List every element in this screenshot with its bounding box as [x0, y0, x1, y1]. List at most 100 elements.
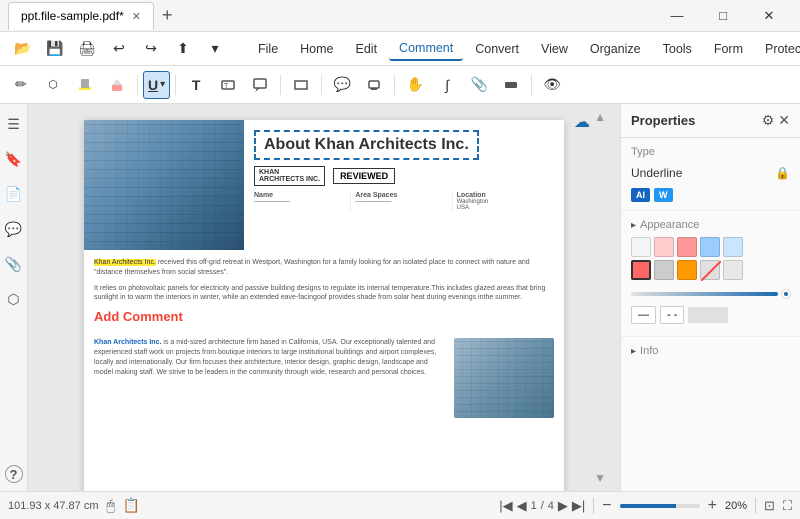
color-swatch-2[interactable] [677, 237, 697, 257]
tab-close-icon[interactable]: ✕ [132, 10, 141, 23]
first-page-button[interactable]: |◀ [499, 498, 512, 514]
color-swatch-4[interactable] [723, 237, 743, 257]
pdf-highlighted-company: Khan Architects Inc. [94, 259, 156, 266]
panel-settings-icon[interactable]: ⚙ [762, 112, 775, 129]
highlight-tool-button[interactable] [70, 71, 100, 99]
pdf-tab[interactable]: ppt.file-sample.pdf * ✕ [8, 2, 154, 30]
fit-button[interactable]: ⊡ [764, 498, 775, 514]
color-swatch-1[interactable] [654, 237, 674, 257]
info-col-loc-label: Location [457, 192, 554, 199]
color-swatch-7[interactable] [677, 260, 697, 280]
style-solid-button[interactable]: — [631, 306, 656, 324]
menu-convert[interactable]: Convert [465, 38, 529, 60]
next-page-button[interactable]: ▶ [558, 498, 568, 514]
color-swatch-pattern[interactable] [700, 260, 720, 280]
panel-info-section: ▸ Info [621, 337, 800, 365]
sidebar-nav-icon[interactable]: ☰ [3, 112, 24, 137]
tab-area: ppt.file-sample.pdf * ✕ + [8, 2, 654, 30]
rect-tool-button[interactable] [286, 71, 316, 99]
share-button[interactable]: ⬆ [168, 35, 198, 63]
pen-tool-button[interactable]: ✏ [6, 71, 36, 99]
sep1 [137, 75, 138, 95]
maximize-button[interactable]: □ [700, 8, 746, 23]
opacity-slider[interactable] [631, 292, 778, 296]
pdf-area[interactable]: ▲ ☁ About Khan Architects Inc. KHAN ARCH… [28, 104, 620, 491]
text-tool-button[interactable]: T [181, 71, 211, 99]
panel-header: Properties ⚙ ✕ [621, 104, 800, 138]
redo-button[interactable]: ↪ [136, 35, 166, 63]
sidebar-bookmark-icon[interactable]: 🔖 [1, 147, 26, 172]
sep2 [175, 75, 176, 95]
title-bar: ppt.file-sample.pdf * ✕ + — □ ✕ [0, 0, 800, 32]
menu-comment[interactable]: Comment [389, 37, 463, 61]
stamp-tool-button[interactable]: ⬡ [38, 71, 68, 99]
sidebar-attach-icon[interactable]: 📎 [1, 252, 26, 277]
collapse-icon[interactable]: ▸ [631, 220, 636, 231]
info-col-name-label: Name [254, 192, 346, 199]
signature-tool-button[interactable]: ∫ [432, 71, 462, 99]
menu-organize[interactable]: Organize [580, 38, 651, 60]
open-button[interactable]: 📂 [8, 35, 38, 63]
more-menu-button[interactable]: ▾ [200, 35, 230, 63]
current-page: 1 [531, 500, 537, 512]
minimize-button[interactable]: — [654, 8, 700, 23]
style-row: — - - [631, 302, 790, 328]
hand-tool-button[interactable]: ✋ [400, 71, 430, 99]
scroll-down-button[interactable]: ▼ [594, 471, 606, 485]
sidebar-help-icon[interactable]: ? [5, 465, 23, 483]
zoom-out-button[interactable]: − [602, 497, 611, 515]
panel-close-icon[interactable]: ✕ [778, 112, 790, 129]
style-text-input[interactable] [688, 307, 728, 323]
menu-protect[interactable]: Protect [755, 38, 800, 60]
menu-view[interactable]: View [531, 38, 578, 60]
khan-logo: KHAN ARCHITECTS INC. [254, 166, 325, 186]
textbox-tool-button[interactable]: T [213, 71, 243, 99]
menu-file[interactable]: File [248, 38, 288, 60]
style-dashed-button[interactable]: - - [660, 306, 684, 324]
pdf-khan-link: Khan Architects Inc. [94, 339, 161, 346]
opacity-thumb[interactable] [782, 290, 790, 298]
pdf-building-image [84, 120, 244, 250]
undo-button[interactable]: ↩ [104, 35, 134, 63]
close-button[interactable]: ✕ [746, 8, 792, 24]
sidebar-comment-icon[interactable]: 💬 [1, 217, 26, 242]
note-tool-button[interactable]: 💬 [327, 71, 357, 99]
save-button[interactable]: 💾 [40, 35, 70, 63]
zoom-slider[interactable] [620, 504, 700, 508]
info-col-loc-country: USA [457, 205, 554, 211]
underline-tool-button[interactable]: U ▾ [143, 71, 170, 99]
page-separator: / [541, 500, 544, 512]
sep3 [280, 75, 281, 95]
pdf-info-location: Location Washington USA [457, 192, 554, 211]
color-swatch-3[interactable] [700, 237, 720, 257]
new-tab-button[interactable]: + [156, 5, 179, 26]
pdf-body-text2: It relies on photovoltaic panels for ele… [94, 284, 554, 304]
word-panel-badge: W [654, 188, 673, 202]
redact-tool-button[interactable] [496, 71, 526, 99]
menu-home[interactable]: Home [290, 38, 343, 60]
prev-page-button[interactable]: ◀ [517, 498, 527, 514]
cloud-sync-button[interactable]: ☁ [574, 112, 590, 132]
eraser-tool-button[interactable] [102, 71, 132, 99]
color-swatch-5[interactable] [631, 260, 651, 280]
color-swatch-9[interactable] [723, 260, 743, 280]
menu-tools[interactable]: Tools [653, 38, 702, 60]
callout-tool-button[interactable] [245, 71, 275, 99]
stamp2-tool-button[interactable] [359, 71, 389, 99]
print-button[interactable]: 🖨 [72, 35, 102, 63]
scroll-up-button[interactable]: ▲ [594, 110, 606, 124]
pdf-info-name: Name —————— [254, 192, 351, 211]
fullscreen-button[interactable]: ⛶ [783, 498, 792, 514]
color-swatch-0[interactable] [631, 237, 651, 257]
menu-edit[interactable]: Edit [346, 38, 388, 60]
attach-tool-button[interactable]: 📎 [464, 71, 494, 99]
info-collapse-icon[interactable]: ▸ [631, 346, 636, 357]
eye-tool-button[interactable]: 👁 [537, 71, 567, 99]
sidebar-page-icon[interactable]: 📄 [1, 182, 26, 207]
menu-form[interactable]: Form [704, 38, 753, 60]
zoom-in-button[interactable]: + [708, 497, 717, 515]
last-page-button[interactable]: ▶| [572, 498, 585, 514]
sidebar-layers-icon[interactable]: ⬡ [3, 287, 23, 312]
color-swatch-6[interactable] [654, 260, 674, 280]
panel-type-label: Type [631, 146, 790, 158]
